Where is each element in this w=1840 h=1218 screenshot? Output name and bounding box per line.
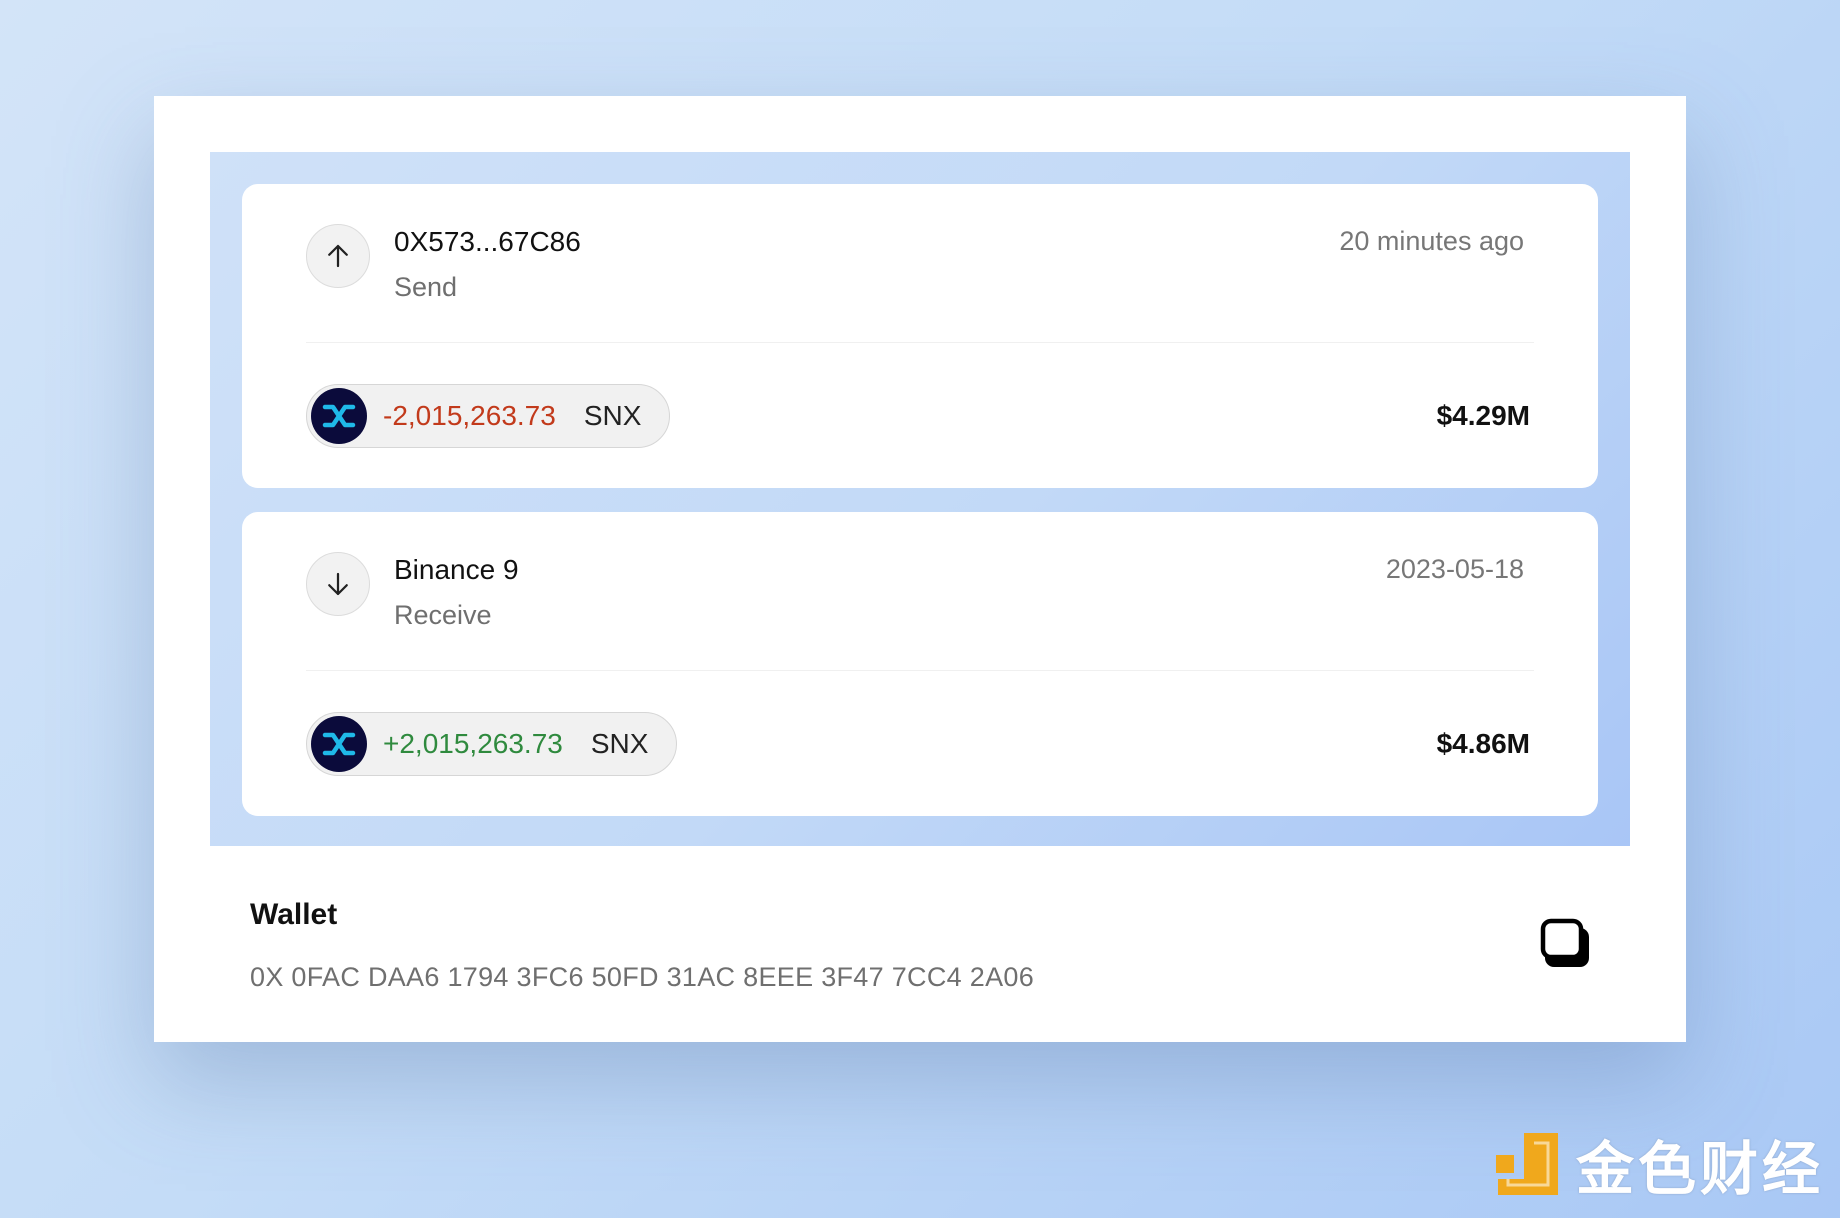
token-amount-pill[interactable]: +2,015,263.73 SNX: [306, 712, 678, 776]
token-amount-pill[interactable]: -2,015,263.73 SNX: [306, 384, 671, 448]
wallet-address: 0X 0FAC DAA6 1794 3FC6 50FD 31AC 8EEE 3F…: [250, 962, 1035, 992]
wallet-title: Wallet: [250, 898, 338, 931]
transaction-item-receive[interactable]: Binance 9 Receive 2023-05-18 +2,015,263.…: [242, 512, 1598, 816]
watermark: 金色财经: [1494, 1122, 1824, 1206]
usd-value: $4.86M: [1436, 728, 1530, 759]
token-amount: +2,015,263.73: [383, 728, 563, 759]
divider: [306, 342, 1534, 343]
counterparty-address[interactable]: 0X573...67C86: [394, 226, 581, 258]
usd-value: $4.29M: [1436, 400, 1530, 431]
transaction-type: Send: [394, 272, 458, 302]
transaction-card: 0X573...67C86 Send 20 minutes ago -2,015…: [154, 96, 1686, 1042]
copy-icon: [1540, 918, 1589, 967]
copy-address-button[interactable]: [1540, 918, 1594, 972]
arrow-up-icon: [306, 224, 370, 288]
transaction-type: Receive: [394, 600, 492, 630]
token-amount: -2,015,263.73: [383, 400, 556, 431]
divider: [306, 670, 1534, 671]
transaction-time: 20 minutes ago: [1339, 226, 1524, 256]
transactions-panel: 0X573...67C86 Send 20 minutes ago -2,015…: [210, 152, 1630, 846]
token-symbol: SNX: [583, 400, 642, 431]
transaction-date: 2023-05-18: [1385, 554, 1524, 584]
jinse-logo-icon: [1495, 1133, 1558, 1195]
arrow-down-icon: [306, 552, 370, 616]
transaction-item-send[interactable]: 0X573...67C86 Send 20 minutes ago -2,015…: [242, 184, 1598, 488]
watermark-text: 金色财经: [1575, 1135, 1824, 1203]
snx-token-icon: [311, 716, 367, 772]
token-symbol: SNX: [590, 728, 649, 759]
counterparty-name[interactable]: Binance 9: [394, 554, 519, 586]
snx-token-icon: [311, 388, 367, 444]
